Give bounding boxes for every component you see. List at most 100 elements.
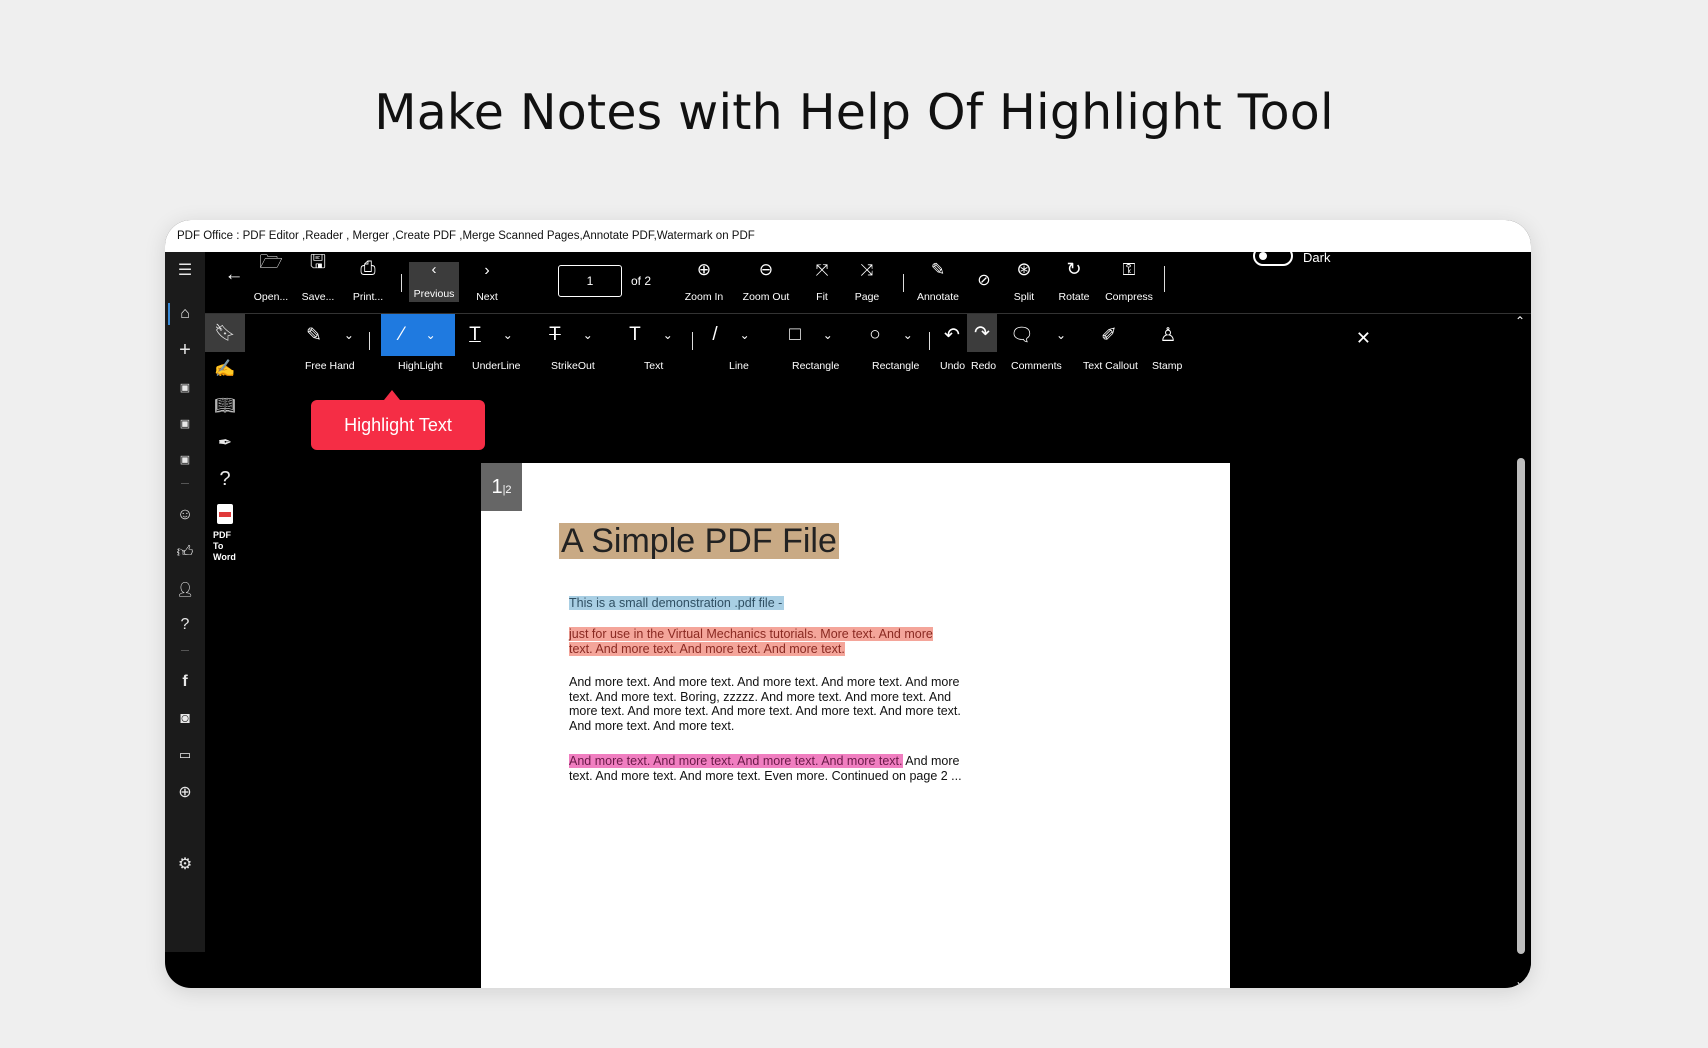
chevron-down-icon: ⌄ <box>902 328 913 342</box>
user-icon[interactable]: 👤︎ <box>165 574 205 604</box>
fit-icon: ⤧ <box>815 262 829 279</box>
comment-icon: 🗨︎ <box>1009 325 1035 346</box>
rectangle-icon: □ <box>789 324 801 345</box>
page-indicator: 1 |2 <box>481 463 522 511</box>
globe-icon[interactable]: ⊕ <box>165 777 205 807</box>
highlight-text-callout: Highlight Text <box>311 390 485 450</box>
toggle-knob <box>1259 252 1267 260</box>
annotate-toolbar: ✎ ⌄ Free Hand ⁄ ⌄ HighLight T ⌄ UnderLine T… <box>245 314 1511 374</box>
page-button[interactable]: ⤨ Page <box>847 252 887 314</box>
stamp-label: Stamp <box>1152 360 1183 372</box>
stamp-icon: ♙ <box>1159 324 1177 346</box>
page-count: of 2 <box>631 274 652 288</box>
vertical-scrollbar[interactable]: ⌃ ⌄ <box>1511 314 1531 988</box>
page-number-input[interactable]: 1 <box>558 265 622 297</box>
chevron-down-icon: ⌄ <box>739 328 750 342</box>
eye-off-icon: ⊘ <box>977 272 991 289</box>
left-rail: ☰ ⌂ + ▣ ▣ ▣ ☺ 👍︎ 👤︎ ? f ◙ ▭ ⊕ ⚙ <box>165 252 205 952</box>
pdf-page[interactable]: 1 |2 A Simple PDF File This is a small de… <box>481 463 1230 988</box>
next-button[interactable]: › Next <box>467 252 507 314</box>
book-icon[interactable]: 📖︎ <box>205 387 245 425</box>
folder-open-icon: 🗁 <box>259 252 283 273</box>
hamburger-icon[interactable]: ☰ <box>165 255 205 285</box>
scroll-down-icon[interactable]: ⌄ <box>1515 974 1525 988</box>
redo-button[interactable]: ↷ <box>967 314 997 352</box>
window-title: PDF Office : PDF Editor ,Reader , Merger… <box>165 220 1531 252</box>
annotate-divider-3 <box>929 332 930 350</box>
pen-icon[interactable]: ✒ <box>205 424 245 462</box>
circle-icon: ○ <box>869 324 881 345</box>
help-icon-2[interactable]: ? <box>205 460 245 498</box>
chevron-down-icon: ⌄ <box>1056 328 1067 342</box>
theme-toggle[interactable] <box>1253 246 1293 266</box>
zoom-out-button[interactable]: ⊖ Zoom Out <box>738 252 794 314</box>
ellipse-tool[interactable]: ○ ⌄ <box>859 314 923 356</box>
strikeout-tool[interactable]: T ⌄ <box>539 314 603 356</box>
save-button[interactable]: 🖫 Save... <box>298 252 338 314</box>
youtube-icon[interactable]: ▭ <box>165 740 205 770</box>
previous-button[interactable]: ‹ Previous <box>409 261 459 302</box>
chevron-left-icon: ‹ <box>431 261 437 278</box>
home-icon[interactable]: ⌂ <box>165 299 205 329</box>
pdf-paragraph-3: And more text. And more text. And more t… <box>569 675 961 733</box>
undo-button[interactable]: ↶ <box>939 314 965 356</box>
hide-annotations-button[interactable]: ⊘ <box>969 252 999 314</box>
rectangle-label-2: Rectangle <box>872 360 920 372</box>
pencil-icon: ✎ <box>306 324 322 346</box>
pdf-title: A Simple PDF File <box>559 522 839 560</box>
split-icon: ⊛ <box>1016 259 1032 279</box>
facebook-icon[interactable]: f <box>165 667 205 697</box>
zoom-in-button[interactable]: ⊕ Zoom In <box>679 252 729 314</box>
zoom-out-icon: ⊖ <box>758 260 774 279</box>
pdf-to-word-button[interactable]: PDF To Word <box>205 504 245 563</box>
rotate-button[interactable]: ↻ Rotate <box>1054 252 1094 314</box>
underline-tool[interactable]: T ⌄ <box>459 314 523 356</box>
save-icon: 🖫 <box>309 252 327 273</box>
help-icon[interactable]: ? <box>165 610 205 640</box>
smile-icon[interactable]: ☺ <box>165 500 205 530</box>
printer-small-icon-2[interactable]: ▣ <box>165 408 205 438</box>
undo-icon: ↶ <box>944 324 960 346</box>
close-icon[interactable]: ✕ <box>1356 328 1371 349</box>
compress-button[interactable]: ⚿ Compress <box>1104 252 1154 314</box>
toolbar-divider-2 <box>903 274 904 292</box>
text-tool[interactable]: T ⌄ <box>619 314 683 356</box>
scroll-thumb[interactable] <box>1517 458 1525 954</box>
plus-icon[interactable]: + <box>165 335 205 365</box>
notes-icon[interactable]: ✍ <box>205 350 245 388</box>
settings-icon[interactable]: ⚙ <box>165 849 205 879</box>
annotate-button[interactable]: ✎ Annotate <box>913 252 963 314</box>
split-button[interactable]: ⊛ Split <box>1007 252 1041 314</box>
line-tool[interactable]: / ⌄ <box>699 314 763 356</box>
thumbs-up-icon[interactable]: 👍︎ <box>165 537 205 567</box>
free-hand-tool[interactable]: ✎ ⌄ <box>297 314 363 356</box>
page-icon: ⤨ <box>860 262 874 279</box>
scroll-up-icon[interactable]: ⌃ <box>1515 314 1525 328</box>
toolbar-divider-3 <box>1164 266 1165 292</box>
bookmark-icon[interactable]: 🔖︎ <box>205 314 245 352</box>
text-callout-icon: ✐ <box>1101 324 1117 346</box>
promo-headline: Make Notes with Help Of Highlight Tool <box>374 84 1334 141</box>
open-button[interactable]: 🗁 Open... <box>251 252 291 314</box>
print-button[interactable]: ⎙ Print... <box>348 252 388 314</box>
rectangle-tool[interactable]: □ ⌄ <box>779 314 843 356</box>
chevron-down-icon: ⌄ <box>343 328 354 342</box>
back-button[interactable]: ← <box>219 252 249 314</box>
back-arrow-icon: ← <box>224 264 244 285</box>
redo-label: Redo <box>971 360 997 372</box>
highlight-tool[interactable]: ⁄ ⌄ <box>381 314 455 356</box>
stamp-tool[interactable]: ♙ <box>1148 314 1188 356</box>
printer-small-icon-3[interactable]: ▣ <box>165 444 205 474</box>
fit-button[interactable]: ⤧ Fit <box>807 252 837 314</box>
strikeout-icon: T <box>549 324 561 345</box>
instagram-icon[interactable]: ◙ <box>165 704 205 734</box>
printer-small-icon[interactable]: ▣ <box>165 372 205 402</box>
main-toolbar: ← 🗁 Open... 🖫 Save... ⎙ Print... ‹ Previous … <box>205 252 1531 314</box>
theme-heading: Theme <box>1253 225 1285 239</box>
theme-label: Dark <box>1303 250 1331 265</box>
compress-icon: ⚿ <box>1122 260 1136 279</box>
comments-tool[interactable]: 🗨︎ ⌄ <box>1003 314 1073 356</box>
text-callout-tool[interactable]: ✐ <box>1089 314 1129 356</box>
chevron-down-icon: ⌄ <box>822 328 833 342</box>
text-callout-label: Text Callout <box>1083 360 1138 372</box>
